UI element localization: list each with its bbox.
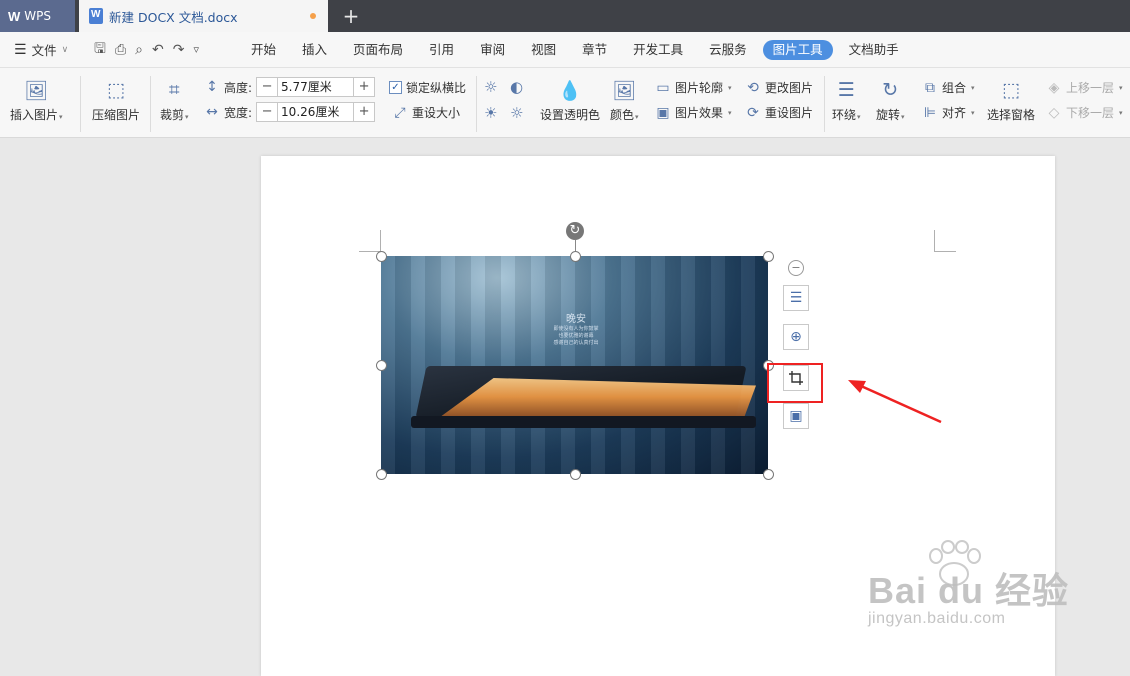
watermark-brand: Bai du 经验 <box>868 570 1070 611</box>
baidu-jingyan-watermark: Bai du 经验 jingyan.baidu.com <box>868 562 1069 628</box>
